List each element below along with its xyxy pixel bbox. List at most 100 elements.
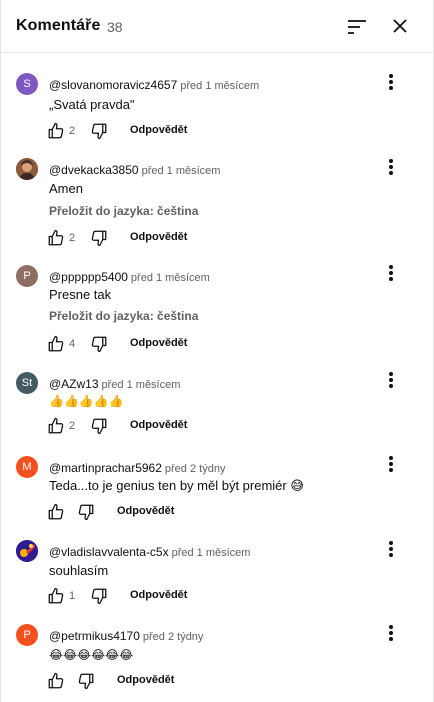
reply-button[interactable]: Odpovědět — [130, 231, 187, 243]
avatar[interactable]: P — [16, 624, 38, 646]
reply-button[interactable]: Odpovědět — [130, 124, 187, 136]
sort-icon — [348, 20, 366, 34]
comment-meta: @slovanomoravicz4657 před 1 měsícem — [49, 76, 259, 94]
comment-author[interactable]: @dvekacka3850 — [49, 163, 139, 177]
comment-time[interactable]: před 2 týdny — [143, 631, 204, 643]
more-button[interactable] — [383, 371, 399, 391]
like-button[interactable] — [47, 122, 65, 140]
reply-button[interactable]: Odpovědět — [117, 505, 174, 517]
thumbs-up-icon — [48, 335, 64, 352]
thumbs-down-icon — [91, 588, 107, 605]
thumbs-down-icon — [78, 504, 94, 521]
avatar-photo — [16, 158, 38, 180]
avatar-photo — [16, 540, 38, 562]
thumbs-down-icon — [91, 336, 107, 353]
comment-time[interactable]: před 1 měsícem — [142, 165, 221, 177]
comment-text: Amen — [49, 181, 83, 196]
dislike-button[interactable] — [77, 672, 95, 690]
comment-text: „Svatá pravda" — [49, 97, 135, 112]
more-button[interactable] — [383, 624, 399, 644]
thumbs-down-icon — [91, 123, 107, 140]
translate-link[interactable]: Přeložit do jazyka: čeština — [49, 309, 198, 323]
comment-time[interactable]: před 2 týdny — [165, 463, 226, 475]
dislike-button[interactable] — [90, 229, 108, 247]
reply-button[interactable]: Odpovědět — [117, 674, 174, 686]
like-button[interactable] — [47, 672, 65, 690]
like-button[interactable] — [47, 229, 65, 247]
reply-button[interactable]: Odpovědět — [130, 337, 187, 349]
dislike-button[interactable] — [90, 335, 108, 353]
comment-author[interactable]: @slovanomoravicz4657 — [49, 78, 177, 92]
close-button[interactable] — [388, 14, 412, 38]
comment-meta: @pppppp5400 před 1 měsícem — [49, 268, 210, 286]
comment-author[interactable]: @petrmikus4170 — [49, 629, 140, 643]
like-count: 2 — [69, 125, 76, 137]
thumbs-down-icon — [78, 673, 94, 690]
thumbs-up-icon — [48, 122, 64, 139]
more-vertical-icon — [389, 74, 393, 90]
avatar[interactable] — [16, 158, 38, 180]
comment-meta: @AZw13 před 1 měsícem — [49, 375, 180, 393]
more-vertical-icon — [389, 541, 393, 557]
panel-title: Komentáře — [16, 17, 101, 34]
comments-header: Komentáře 38 — [1, 0, 433, 53]
sort-button[interactable] — [345, 15, 369, 39]
avatar[interactable]: S — [16, 73, 38, 95]
reply-button[interactable]: Odpovědět — [130, 419, 187, 431]
more-vertical-icon — [389, 372, 393, 388]
comment-text: 👍👍👍👍👍 — [49, 394, 124, 408]
like-button[interactable] — [47, 335, 65, 353]
more-vertical-icon — [389, 159, 393, 175]
comment-meta: @martinprachar5962 před 2 týdny — [49, 459, 225, 477]
dislike-button[interactable] — [90, 587, 108, 605]
comment-meta: @dvekacka3850 před 1 měsícem — [49, 161, 220, 179]
close-icon — [393, 19, 407, 33]
more-button[interactable] — [383, 540, 399, 560]
comment-text: 😂😂😂😂😂😂 — [49, 648, 134, 662]
like-count: 2 — [69, 420, 76, 432]
dislike-button[interactable] — [77, 503, 95, 521]
avatar[interactable]: M — [16, 456, 38, 478]
comment-time[interactable]: před 1 měsícem — [180, 80, 259, 92]
like-count: 2 — [69, 232, 76, 244]
like-button[interactable] — [47, 587, 65, 605]
avatar[interactable]: St — [16, 372, 38, 394]
more-button[interactable] — [383, 158, 399, 178]
comment-text: Presne tak — [49, 287, 112, 302]
comment-time[interactable]: před 1 měsícem — [131, 272, 210, 284]
comment-text: Teda...to je genius ten by měl být premi… — [49, 478, 304, 493]
more-vertical-icon — [389, 625, 393, 641]
avatar[interactable]: P — [16, 265, 38, 287]
like-button[interactable] — [47, 503, 65, 521]
more-vertical-icon — [389, 456, 393, 472]
dislike-button[interactable] — [90, 122, 108, 140]
more-vertical-icon — [389, 265, 393, 281]
comments-panel: Komentáře 38 S @slovanomoravicz4657 před … — [0, 0, 434, 702]
like-button[interactable] — [47, 417, 65, 435]
comment-author[interactable]: @pppppp5400 — [49, 270, 128, 284]
comment-author[interactable]: @martinprachar5962 — [49, 461, 162, 475]
more-button[interactable] — [383, 264, 399, 284]
thumbs-up-icon — [48, 229, 64, 246]
comment-meta: @vladislavvalenta-c5x před 1 měsícem — [49, 543, 250, 561]
like-count: 1 — [69, 590, 76, 602]
comment-time[interactable]: před 1 měsícem — [172, 547, 251, 559]
thumbs-down-icon — [91, 230, 107, 247]
like-count: 4 — [69, 338, 76, 350]
avatar[interactable] — [16, 540, 38, 562]
thumbs-up-icon — [48, 672, 64, 689]
comment-meta: @petrmikus4170 před 2 týdny — [49, 627, 203, 645]
reply-button[interactable]: Odpovědět — [130, 589, 187, 601]
comment-text: souhlasím — [49, 563, 109, 578]
comment-author[interactable]: @AZw13 — [49, 377, 99, 391]
comment-count: 38 — [107, 19, 123, 35]
translate-link[interactable]: Přeložit do jazyka: čeština — [49, 204, 198, 218]
thumbs-up-icon — [48, 417, 64, 434]
thumbs-up-icon — [48, 503, 64, 520]
comment-time[interactable]: před 1 měsícem — [102, 379, 181, 391]
comment-author[interactable]: @vladislavvalenta-c5x — [49, 545, 169, 559]
dislike-button[interactable] — [90, 417, 108, 435]
more-button[interactable] — [383, 455, 399, 475]
more-button[interactable] — [383, 73, 399, 93]
thumbs-down-icon — [91, 418, 107, 435]
